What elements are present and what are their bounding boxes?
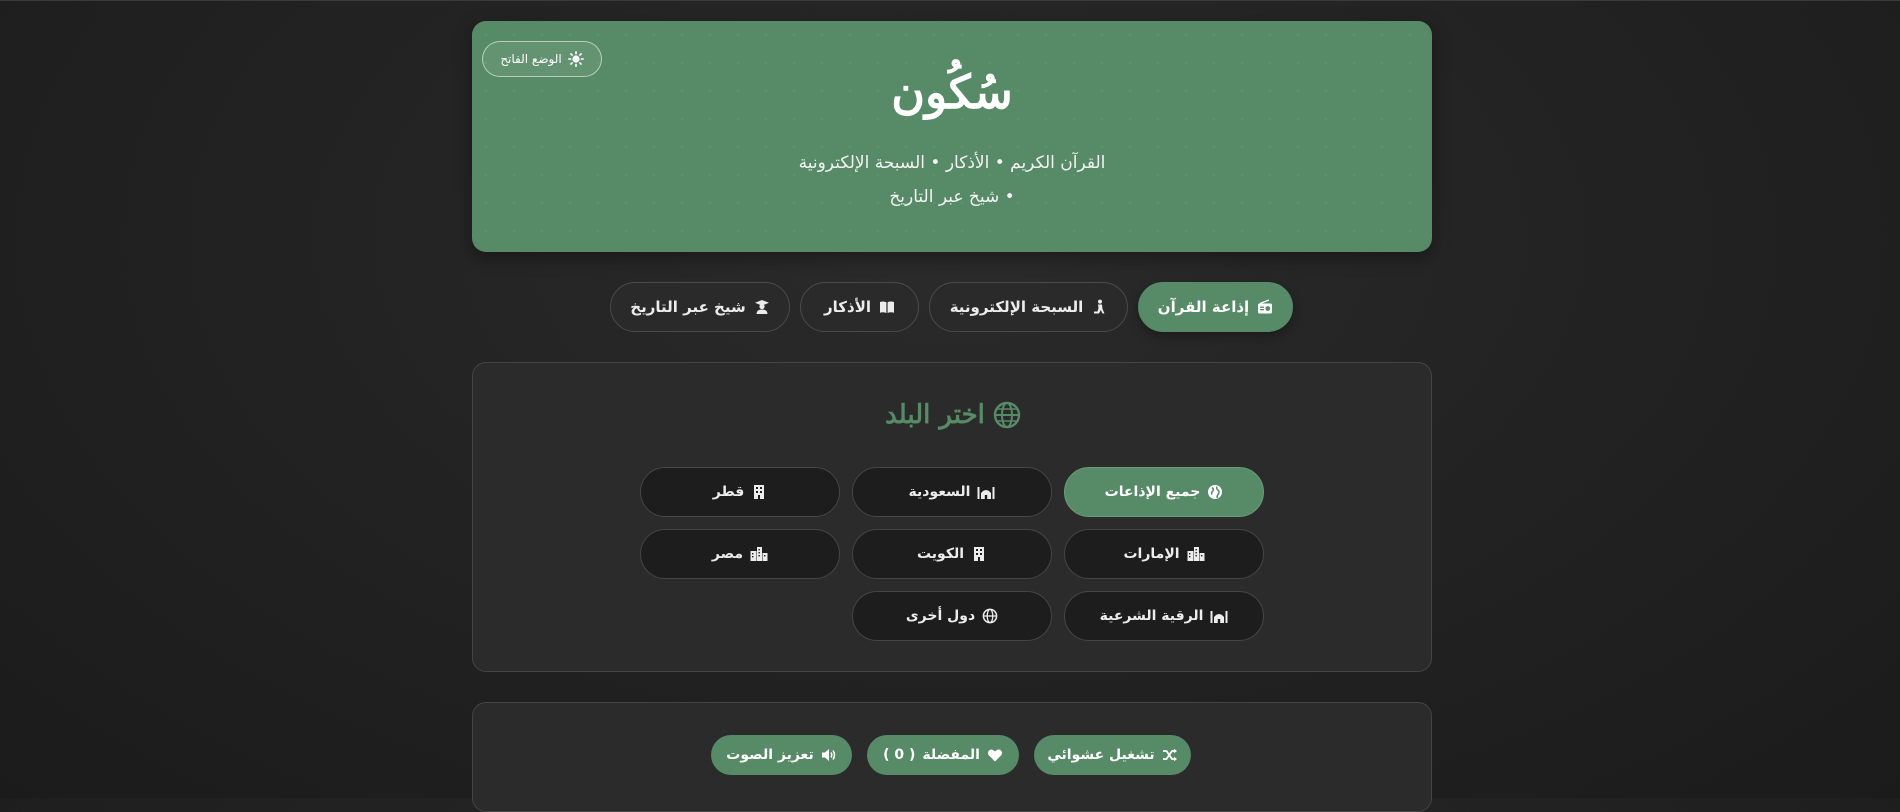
building-icon — [751, 484, 767, 500]
favorites-button[interactable]: المفضلة ( 0 ) — [867, 735, 1019, 775]
city-icon — [750, 546, 768, 562]
hero-header: الوضع الفاتح سُكُون القرآن الكريم • الأذ… — [472, 21, 1432, 252]
tagline-line2: • شيخ عبر التاريخ — [889, 187, 1015, 207]
country-panel-title-text: اختر البلد — [885, 400, 985, 430]
shuffle-label: تشغيل عشوائي — [1047, 747, 1155, 763]
volume-boost-label: تعزيز الصوت — [726, 747, 814, 763]
country-panel-title: اختر البلد — [473, 395, 1433, 435]
heart-icon — [987, 747, 1003, 763]
country-saudi-label: السعودية — [908, 484, 971, 500]
book-icon — [879, 299, 895, 315]
favorites-count: ( 0 ) — [883, 747, 916, 763]
country-other[interactable]: دول أخرى — [852, 591, 1052, 641]
tab-adhkar[interactable]: الأذكار — [800, 282, 919, 332]
country-ruqyah[interactable]: الرقية الشرعية — [1064, 591, 1264, 641]
country-saudi[interactable]: السعودية — [852, 467, 1052, 517]
tab-quran-radio-label: إذاعة القرآن — [1157, 298, 1250, 316]
tab-sheikh-history-label: شيخ عبر التاريخ — [630, 298, 746, 316]
building-icon — [971, 546, 987, 562]
country-kuwait[interactable]: الكويت — [852, 529, 1052, 579]
globe-icon — [982, 608, 998, 624]
country-uae-label: الإمارات — [1123, 546, 1180, 562]
mosque-icon — [977, 484, 995, 500]
mosque-icon — [1210, 608, 1228, 624]
tab-quran-radio[interactable]: إذاعة القرآن — [1138, 282, 1293, 332]
country-qatar-label: قطر — [712, 484, 745, 500]
theme-toggle-label: الوضع الفاتح — [500, 52, 562, 66]
player-controls-panel: تشغيل عشوائي المفضلة ( 0 ) تعزيز الصوت — [472, 702, 1432, 812]
country-uae[interactable]: الإمارات — [1064, 529, 1264, 579]
shuffle-icon — [1162, 747, 1178, 763]
city-icon — [1187, 546, 1205, 562]
main-navigation: إذاعة القرآن السبحة الإلكترونية الأذكار … — [0, 282, 1900, 332]
globe-icon — [1207, 484, 1223, 500]
shuffle-button[interactable]: تشغيل عشوائي — [1034, 735, 1191, 775]
scholar-icon — [754, 299, 770, 315]
country-egypt-label: مصر — [711, 546, 744, 562]
favorites-label: المفضلة — [922, 747, 980, 763]
tagline-line1: القرآن الكريم • الأذكار • السبحة الإلكتر… — [798, 153, 1106, 173]
tab-adhkar-label: الأذكار — [824, 298, 871, 316]
country-ruqyah-label: الرقية الشرعية — [1099, 608, 1204, 624]
tab-electronic-tasbih[interactable]: السبحة الإلكترونية — [929, 282, 1128, 332]
country-qatar[interactable]: قطر — [640, 467, 840, 517]
volume-icon — [821, 747, 837, 763]
radio-icon — [1257, 299, 1273, 315]
country-all-stations-label: جميع الإذاعات — [1104, 484, 1201, 500]
globe-icon — [993, 401, 1021, 429]
tab-sheikh-history[interactable]: شيخ عبر التاريخ — [610, 282, 790, 332]
tab-electronic-tasbih-label: السبحة الإلكترونية — [949, 298, 1084, 316]
sun-icon — [567, 51, 584, 67]
country-all-stations[interactable]: جميع الإذاعات — [1064, 467, 1264, 517]
app-logo: سُكُون — [891, 65, 1013, 119]
country-other-label: دول أخرى — [905, 608, 976, 624]
country-selection-panel: اختر البلد جميع الإذاعات السعودية قطر ال… — [472, 362, 1432, 672]
theme-toggle-button[interactable]: الوضع الفاتح — [482, 41, 602, 77]
praying-person-icon — [1091, 299, 1107, 315]
country-kuwait-label: الكويت — [916, 546, 965, 562]
volume-boost-button[interactable]: تعزيز الصوت — [711, 735, 852, 775]
country-egypt[interactable]: مصر — [640, 529, 840, 579]
top-border — [0, 0, 1900, 1]
